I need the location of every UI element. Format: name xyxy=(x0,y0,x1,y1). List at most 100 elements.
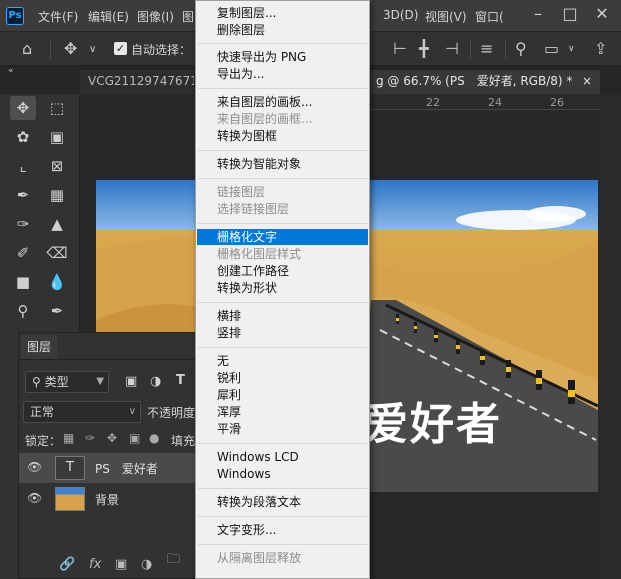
lock-position-icon[interactable]: ✥ xyxy=(107,431,117,445)
dodge-tool-icon[interactable]: ⚲ xyxy=(10,299,36,323)
chevron-down-icon[interactable]: ∨ xyxy=(89,40,96,60)
blur-tool-icon[interactable]: 💧 xyxy=(44,270,70,294)
pen-tool-icon[interactable]: ✒ xyxy=(44,299,70,323)
stamp-tool-icon[interactable]: ▲ xyxy=(44,212,70,236)
filter-type-icon[interactable]: T xyxy=(176,373,185,388)
close-window-icon[interactable]: ✕ xyxy=(590,4,614,26)
layer-name[interactable]: 背景 xyxy=(95,491,119,508)
menu-layer-partial[interactable]: 图 xyxy=(182,8,194,25)
adjustment-icon[interactable]: ◑ xyxy=(141,557,152,572)
eye-icon[interactable]: 👁 xyxy=(27,491,42,505)
marquee-tool-icon[interactable]: ⬚ xyxy=(44,96,70,120)
ruler-tick: 24 xyxy=(488,96,502,109)
eraser-tool-icon[interactable]: ⌫ xyxy=(44,241,70,265)
opacity-label: 不透明度 xyxy=(147,406,196,420)
share-icon[interactable]: ⇪ xyxy=(594,39,607,59)
photoshop-logo-icon: Ps xyxy=(6,7,24,25)
layer-filter-dropdown[interactable]: ⚲ 类型 ▼ xyxy=(25,371,109,393)
blend-mode-dropdown[interactable]: 正常 ∨ xyxy=(23,401,141,423)
layer-row-background[interactable]: 👁 背景 xyxy=(19,484,195,514)
object-select-tool-icon[interactable]: ▣ xyxy=(44,125,70,149)
move-tool-icon[interactable]: ✥ xyxy=(10,96,36,120)
menu-item-artboard-from-layers[interactable]: 来自图层的画板... xyxy=(197,94,368,110)
lock-all-icon[interactable]: ● xyxy=(149,431,159,445)
menu-item-export-as[interactable]: 导出为... xyxy=(197,66,368,82)
ruler-tick: 26 xyxy=(550,96,564,109)
auto-select-checkbox[interactable]: ✓ xyxy=(114,42,127,55)
filter-image-icon[interactable]: ▣ xyxy=(125,374,137,389)
menu-item-create-work-path[interactable]: 创建工作路径 xyxy=(197,263,368,279)
image-layer-thumbnail xyxy=(55,487,85,511)
menu-item-antialias-crisp[interactable]: 犀利 xyxy=(197,387,368,403)
chevron-down-icon: ▼ xyxy=(96,376,104,387)
menu-item-warp-text[interactable]: 文字变形... xyxy=(197,522,368,538)
menu-item-windows-lcd[interactable]: Windows LCD xyxy=(197,449,368,465)
fill-label: 填充 xyxy=(171,434,196,448)
menu-item-windows[interactable]: Windows xyxy=(197,466,368,482)
menu-image[interactable]: 图像(I) xyxy=(137,8,174,25)
layers-panel: 图层 ⚲ 类型 ▼ ▣ ◑ T 正常 ∨ 不透明度 锁定： ▦ ✑ ✥ ▣ ● … xyxy=(18,332,197,579)
layer-context-menu: 复制图层... 删除图层 快速导出为 PNG 导出为... 来自图层的画板...… xyxy=(195,0,370,579)
menu-item-delete-layer[interactable]: 删除图层 xyxy=(197,22,368,38)
link-icon[interactable]: 🔗 xyxy=(59,557,75,572)
distribute-icon[interactable]: ≡ xyxy=(480,39,493,59)
menu-edit[interactable]: 编辑(E) xyxy=(88,8,129,25)
layer-row-text[interactable]: 👁 T PS 爱好者 xyxy=(19,453,195,483)
menu-item-duplicate-layer[interactable]: 复制图层... xyxy=(197,5,368,21)
menu-item-rasterize-type[interactable]: 栅格化文字 xyxy=(197,229,368,245)
brush-tool-icon[interactable]: ✑ xyxy=(10,212,36,236)
gradient-tool-icon[interactable]: ■ xyxy=(10,270,36,294)
menu-3d[interactable]: 3D(D) xyxy=(383,8,418,22)
menu-item-convert-to-frame[interactable]: 转换为图框 xyxy=(197,128,368,144)
lock-transparent-icon[interactable]: ▦ xyxy=(63,431,74,445)
menu-item-rasterize-layer-style: 栅格化图层样式 xyxy=(217,247,302,261)
mask-icon[interactable]: ▣ xyxy=(115,557,127,572)
maximize-icon[interactable]: □ xyxy=(558,4,582,26)
fx-icon[interactable]: fx xyxy=(89,557,101,572)
minimize-icon[interactable]: – xyxy=(526,4,550,26)
workspace-icon[interactable]: ▭ xyxy=(544,39,559,59)
lock-paint-icon[interactable]: ✑ xyxy=(85,431,95,445)
align-left-icon[interactable]: ⊢ xyxy=(393,39,407,59)
filter-adjustment-icon[interactable]: ◑ xyxy=(150,374,161,389)
crop-tool-icon[interactable]: ⌞ xyxy=(10,154,36,178)
menu-item-antialias-strong[interactable]: 浑厚 xyxy=(197,404,368,420)
menu-file[interactable]: 文件(F) xyxy=(38,8,78,25)
eye-icon[interactable]: 👁 xyxy=(27,460,42,474)
menu-item-antialias-smooth[interactable]: 平滑 xyxy=(197,421,368,437)
move-tool-icon[interactable]: ✥ xyxy=(64,39,77,59)
menu-item-release-from-isolation: 从隔离图层释放 xyxy=(217,551,302,565)
menu-item-vertical[interactable]: 竖排 xyxy=(197,325,368,341)
spot-healing-tool-icon[interactable]: ▦ xyxy=(44,183,70,207)
menu-item-select-linked-layers: 选择链接图层 xyxy=(217,202,290,216)
align-right-icon[interactable]: ⊣ xyxy=(445,39,459,59)
menu-window[interactable]: 窗口( xyxy=(475,8,504,25)
menu-item-antialias-sharp[interactable]: 锐利 xyxy=(197,370,368,386)
canvas-overlay-text: 爱好者 xyxy=(364,399,502,450)
home-icon[interactable]: ⌂ xyxy=(22,39,32,59)
history-brush-tool-icon[interactable]: ✐ xyxy=(10,241,36,265)
eyedropper-tool-icon[interactable]: ✒ xyxy=(10,183,36,207)
tab-close-icon[interactable]: × xyxy=(582,70,592,92)
tab-layers[interactable]: 图层 xyxy=(21,335,57,359)
lasso-tool-icon[interactable]: ✿ xyxy=(10,125,36,149)
menu-item-antialias-none[interactable]: 无 xyxy=(197,353,368,369)
collapse-panel-icon[interactable]: « xyxy=(8,66,14,76)
frame-tool-icon[interactable]: ⊠ xyxy=(44,154,70,178)
menu-view[interactable]: 视图(V) xyxy=(425,8,467,25)
chevron-down-icon[interactable]: ∨ xyxy=(568,39,575,59)
menu-item-convert-to-paragraph-text[interactable]: 转换为段落文本 xyxy=(197,494,368,510)
folder-icon[interactable]: 🗀 xyxy=(167,550,180,572)
menu-item-convert-to-smart-object[interactable]: 转换为智能对象 xyxy=(197,156,368,172)
tab-document-active[interactable]: g @ 66.7% (PS 爱好者, RGB/8) * × xyxy=(368,70,600,94)
lock-artboard-icon[interactable]: ▣ xyxy=(129,431,140,445)
menu-item-convert-to-shape[interactable]: 转换为形状 xyxy=(197,280,368,296)
menu-item-quick-export-png[interactable]: 快速导出为 PNG xyxy=(197,49,368,65)
horizontal-ruler: 22 24 26 xyxy=(370,94,600,110)
layer-name[interactable]: PS 爱好者 xyxy=(95,460,158,477)
tab-document-1[interactable]: VCG211297476719- xyxy=(80,70,194,94)
menu-item-horizontal[interactable]: 横排 xyxy=(197,308,368,324)
search-icon[interactable]: ⚲ xyxy=(515,39,527,59)
vertical-scrollbar[interactable] xyxy=(600,94,621,579)
align-center-icon[interactable]: ╋ xyxy=(419,39,429,59)
